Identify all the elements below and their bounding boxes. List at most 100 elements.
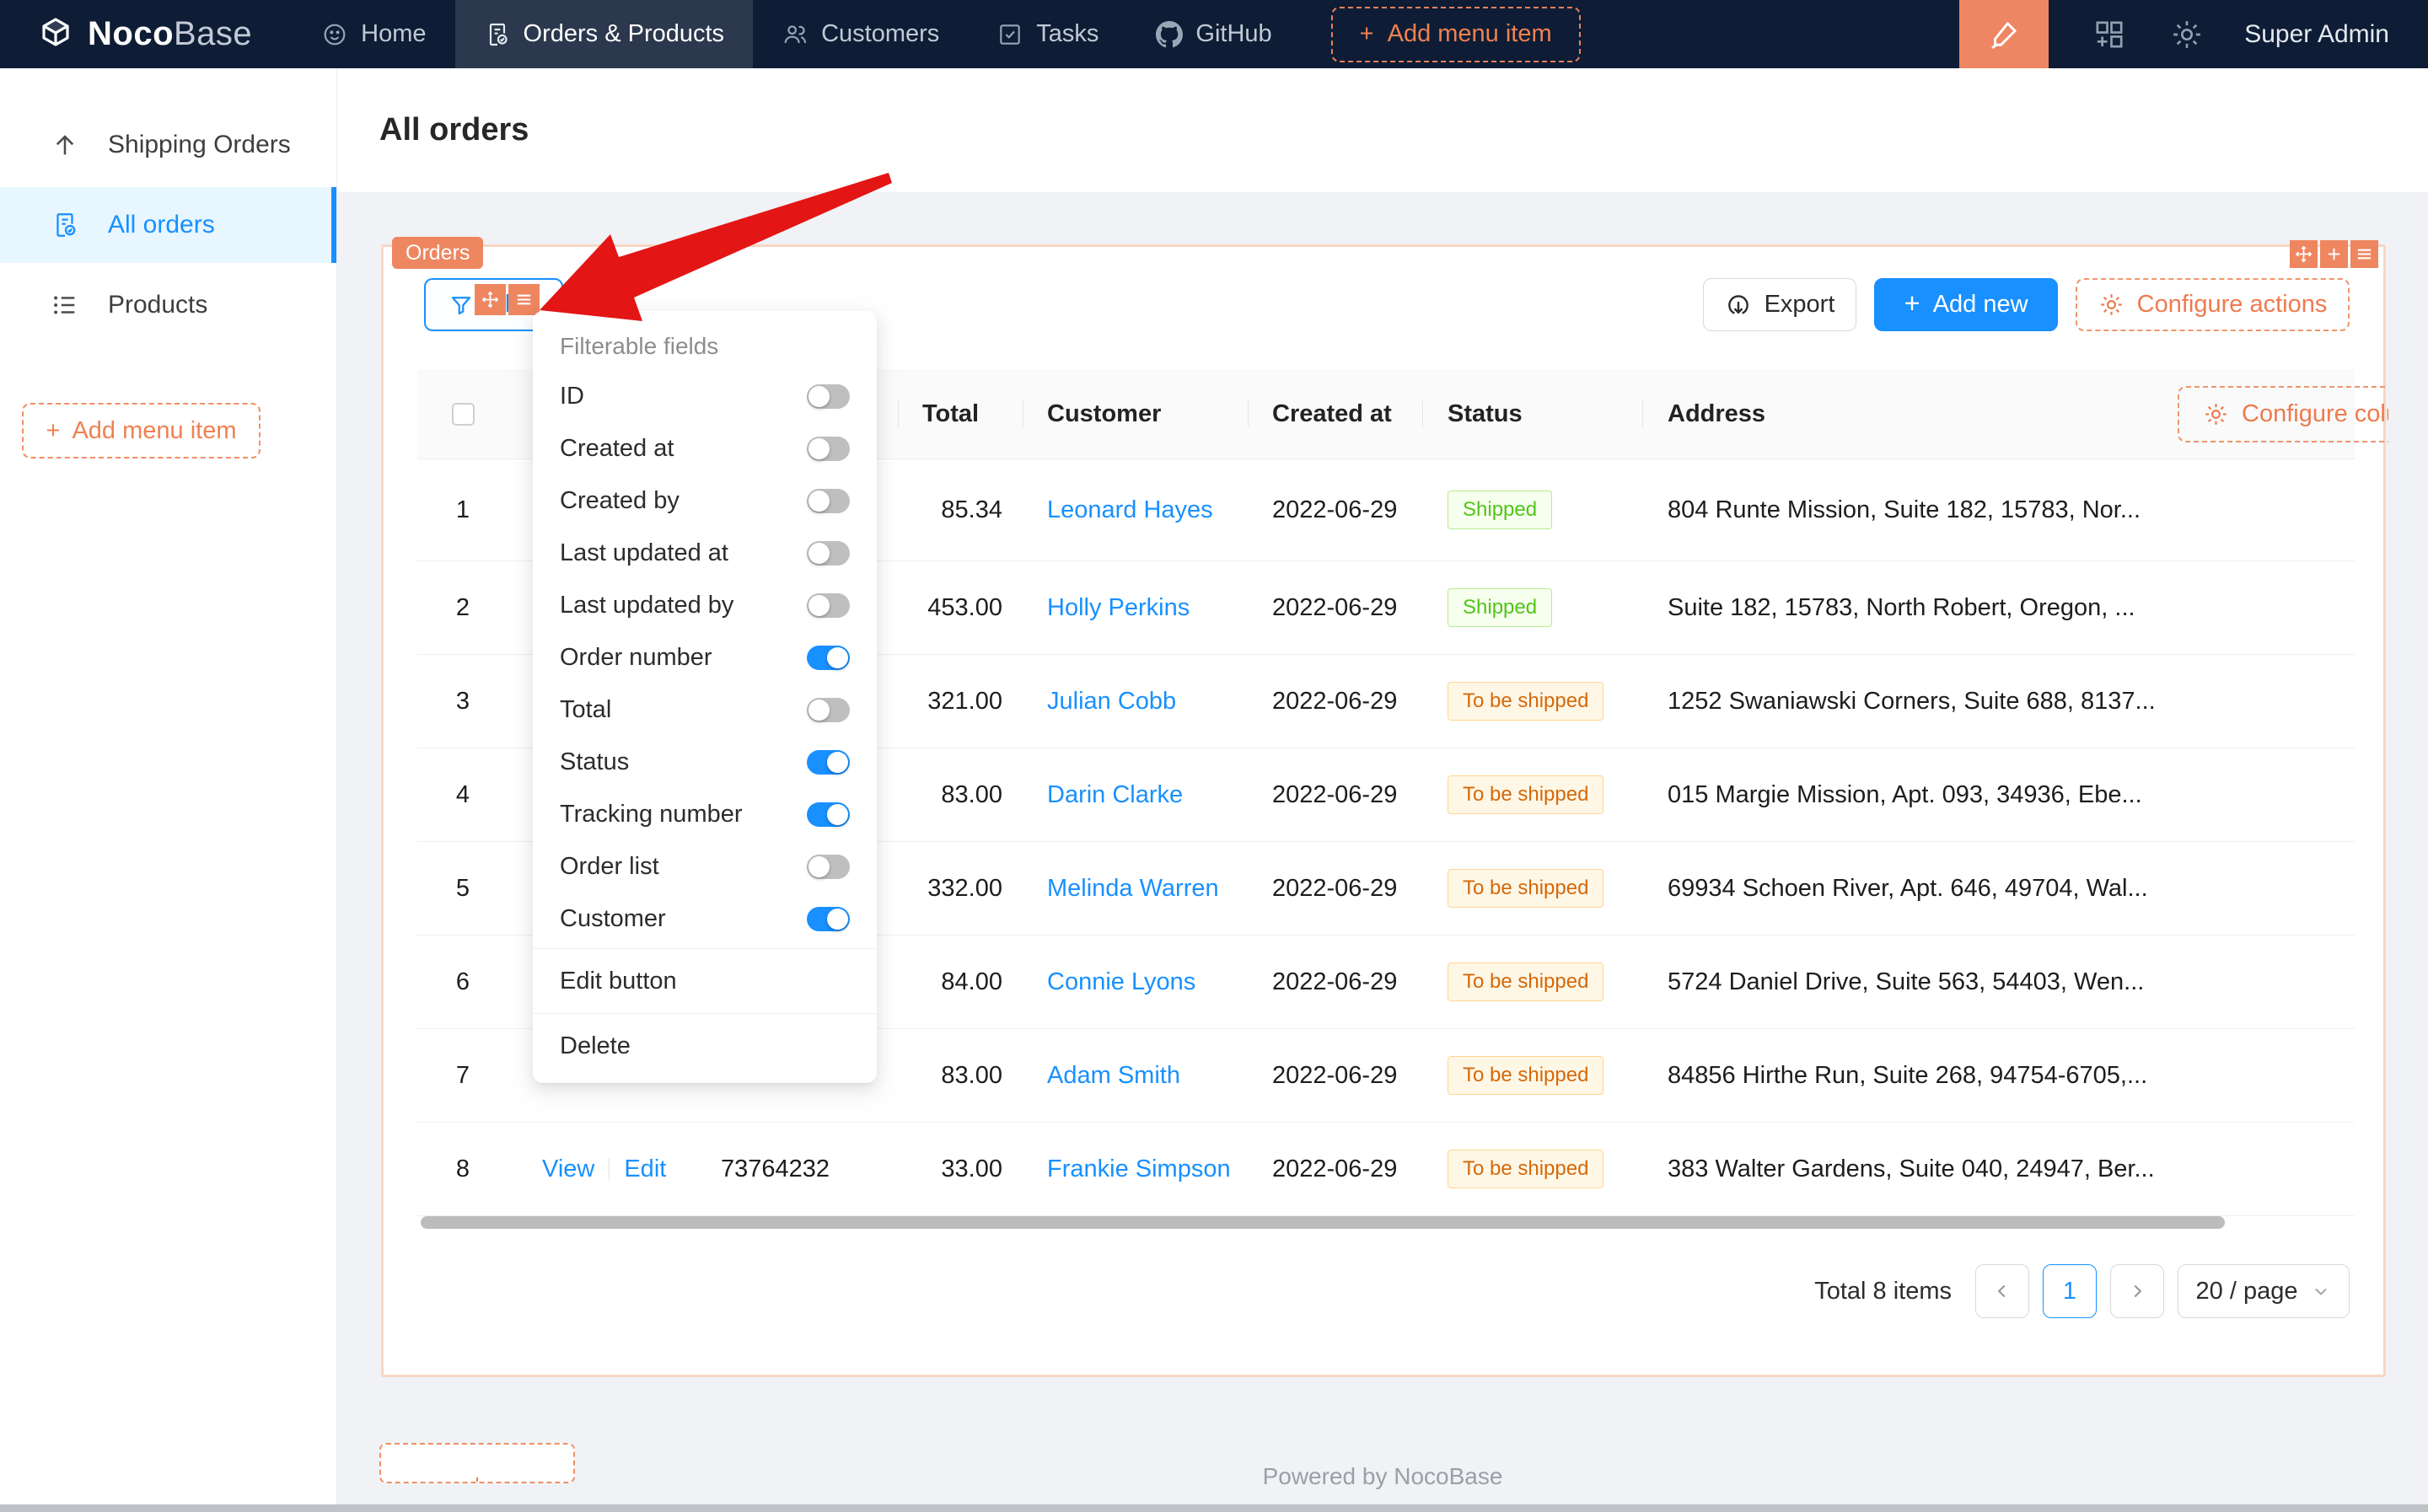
row-index: 8 <box>417 1123 508 1215</box>
filter-field-customer[interactable]: Customer <box>533 893 877 945</box>
table-horizontal-scrollbar[interactable] <box>421 1216 2225 1229</box>
toolbar-right: Export + Add new Configure actions <box>1703 278 2350 331</box>
customer-link[interactable]: Frankie Simpson <box>1047 1155 1231 1183</box>
sidebar: Shipping Orders All orders Products + Ad… <box>0 68 337 1512</box>
pagination-page-1[interactable]: 1 <box>2043 1264 2097 1318</box>
row-index: 1 <box>417 459 508 560</box>
nav-item-tasks[interactable]: Tasks <box>968 0 1127 68</box>
customer-link[interactable]: Adam Smith <box>1047 1062 1180 1090</box>
cell-total: 321.00 <box>898 655 1023 748</box>
pagination: Total 8 items 1 20 / page <box>1814 1264 2350 1318</box>
export-button[interactable]: Export <box>1703 278 1856 331</box>
cell-address: 1252 Swaniawski Corners, Suite 688, 8137… <box>1642 655 2161 748</box>
page-size-select[interactable]: 20 / page <box>2178 1264 2350 1318</box>
customer-link[interactable]: Darin Clarke <box>1047 781 1183 809</box>
nav-item-customers[interactable]: Customers <box>753 0 968 68</box>
plugin-blocks-icon[interactable] <box>2092 18 2126 51</box>
dropdown-delete-item[interactable]: Delete <box>533 1017 877 1075</box>
sidebar-add-menu-item-button[interactable]: + Add menu item <box>22 403 261 458</box>
cell-created-at: 2022-06-29 <box>1248 655 1422 748</box>
check-square-icon <box>996 21 1023 48</box>
dropdown-edit-button-item[interactable]: Edit button <box>533 952 877 1010</box>
cell-created-at: 2022-06-29 <box>1248 748 1422 841</box>
status-badge: Shipped <box>1448 588 1552 627</box>
block-designer-tools <box>2290 240 2378 268</box>
toggle-switch[interactable] <box>807 802 850 827</box>
cell-address: Suite 182, 15783, North Robert, Oregon, … <box>1642 561 2161 654</box>
sidebar-item-all-orders[interactable]: All orders <box>0 187 336 263</box>
block-menu-icon[interactable] <box>2350 240 2378 268</box>
chevron-left-icon <box>1991 1280 2013 1302</box>
row-index: 2 <box>417 561 508 654</box>
filter-field-order-number[interactable]: Order number <box>533 631 877 684</box>
toggle-switch[interactable] <box>807 384 850 409</box>
plus-icon: + <box>1904 287 1920 319</box>
toggle-switch[interactable] <box>807 593 850 618</box>
action-menu-icon[interactable] <box>508 284 540 315</box>
filter-field-last-updated-by[interactable]: Last updated by <box>533 579 877 631</box>
page-horizontal-scrollbar[interactable] <box>0 1504 2428 1512</box>
row-index: 4 <box>417 748 508 841</box>
configure-actions-button[interactable]: Configure actions <box>2076 278 2350 331</box>
cell-address: 804 Runte Mission, Suite 182, 15783, Nor… <box>1642 459 2161 560</box>
toggle-switch[interactable] <box>807 698 850 722</box>
toggle-switch[interactable] <box>807 750 850 775</box>
header-created-at: Created at <box>1248 369 1422 458</box>
toggle-switch[interactable] <box>807 489 850 513</box>
cell-total: 84.00 <box>898 936 1023 1028</box>
filter-field-created-by[interactable]: Created by <box>533 475 877 527</box>
toggle-switch[interactable] <box>807 907 850 931</box>
nav-item-home[interactable]: Home <box>293 0 454 68</box>
nav-item-orders-products[interactable]: Orders & Products <box>455 0 754 68</box>
edit-link[interactable]: Edit <box>624 1155 666 1183</box>
arrow-up-icon <box>51 131 79 159</box>
view-link[interactable]: View <box>542 1155 594 1183</box>
page-header: All orders <box>337 68 2428 192</box>
filter-field-status[interactable]: Status <box>533 736 877 788</box>
customer-link[interactable]: Connie Lyons <box>1047 968 1195 996</box>
drag-handle-icon[interactable] <box>2290 240 2318 268</box>
pagination-prev-button[interactable] <box>1975 1264 2029 1318</box>
add-block-icon[interactable] <box>2320 240 2348 268</box>
status-badge: To be shipped <box>1448 1150 1603 1188</box>
export-download-icon <box>1725 292 1752 319</box>
filter-field-last-updated-at[interactable]: Last updated at <box>533 527 877 579</box>
smile-icon <box>321 21 348 48</box>
customer-link[interactable]: Leonard Hayes <box>1047 496 1213 524</box>
sidebar-item-shipping-orders[interactable]: Shipping Orders <box>0 107 336 183</box>
toggle-switch[interactable] <box>807 646 850 670</box>
configure-columns-button[interactable]: Configure columns <box>2178 386 2388 442</box>
user-menu[interactable]: Super Admin <box>2244 20 2389 49</box>
toggle-switch[interactable] <box>807 855 850 879</box>
customer-link[interactable]: Melinda Warren <box>1047 875 1219 903</box>
app-root: NocoBase Home Orders & Products Customer… <box>0 0 2428 1512</box>
cell-address: 69934 Schoen River, Apt. 646, 49704, Wal… <box>1642 842 2161 935</box>
add-new-button[interactable]: + Add new <box>1874 278 2058 331</box>
toggle-switch[interactable] <box>807 437 850 461</box>
filter-field-id[interactable]: ID <box>533 370 877 422</box>
cell-total: 332.00 <box>898 842 1023 935</box>
nav-item-github[interactable]: GitHub <box>1127 0 1300 68</box>
filter-field-tracking-number[interactable]: Tracking number <box>533 788 877 840</box>
cell-created-at: 2022-06-29 <box>1248 1029 1422 1122</box>
customer-link[interactable]: Julian Cobb <box>1047 688 1176 716</box>
customer-link[interactable]: Holly Perkins <box>1047 594 1190 622</box>
row-index: 5 <box>417 842 508 935</box>
drag-handle-icon[interactable] <box>475 284 506 315</box>
block-label-badge: Orders <box>392 237 483 269</box>
filter-field-created-at[interactable]: Created at <box>533 422 877 475</box>
pagination-next-button[interactable] <box>2110 1264 2164 1318</box>
select-all-checkbox[interactable] <box>452 403 475 426</box>
toggle-switch[interactable] <box>807 541 850 566</box>
settings-gear-icon[interactable] <box>2170 18 2204 51</box>
filter-field-order-list[interactable]: Order list <box>533 840 877 893</box>
ui-editor-button[interactable] <box>1959 0 2049 68</box>
navbar-add-menu-item-button[interactable]: + Add menu item <box>1331 7 1581 62</box>
cell-total: 33.00 <box>898 1123 1023 1215</box>
cell-address: 383 Walter Gardens, Suite 040, 24947, Be… <box>1642 1123 2161 1215</box>
plus-icon: + <box>1360 20 1374 48</box>
pagination-total: Total 8 items <box>1814 1278 1952 1306</box>
filter-field-total[interactable]: Total <box>533 684 877 736</box>
nocobase-logo[interactable]: NocoBase <box>35 14 252 55</box>
sidebar-item-products[interactable]: Products <box>0 267 336 343</box>
